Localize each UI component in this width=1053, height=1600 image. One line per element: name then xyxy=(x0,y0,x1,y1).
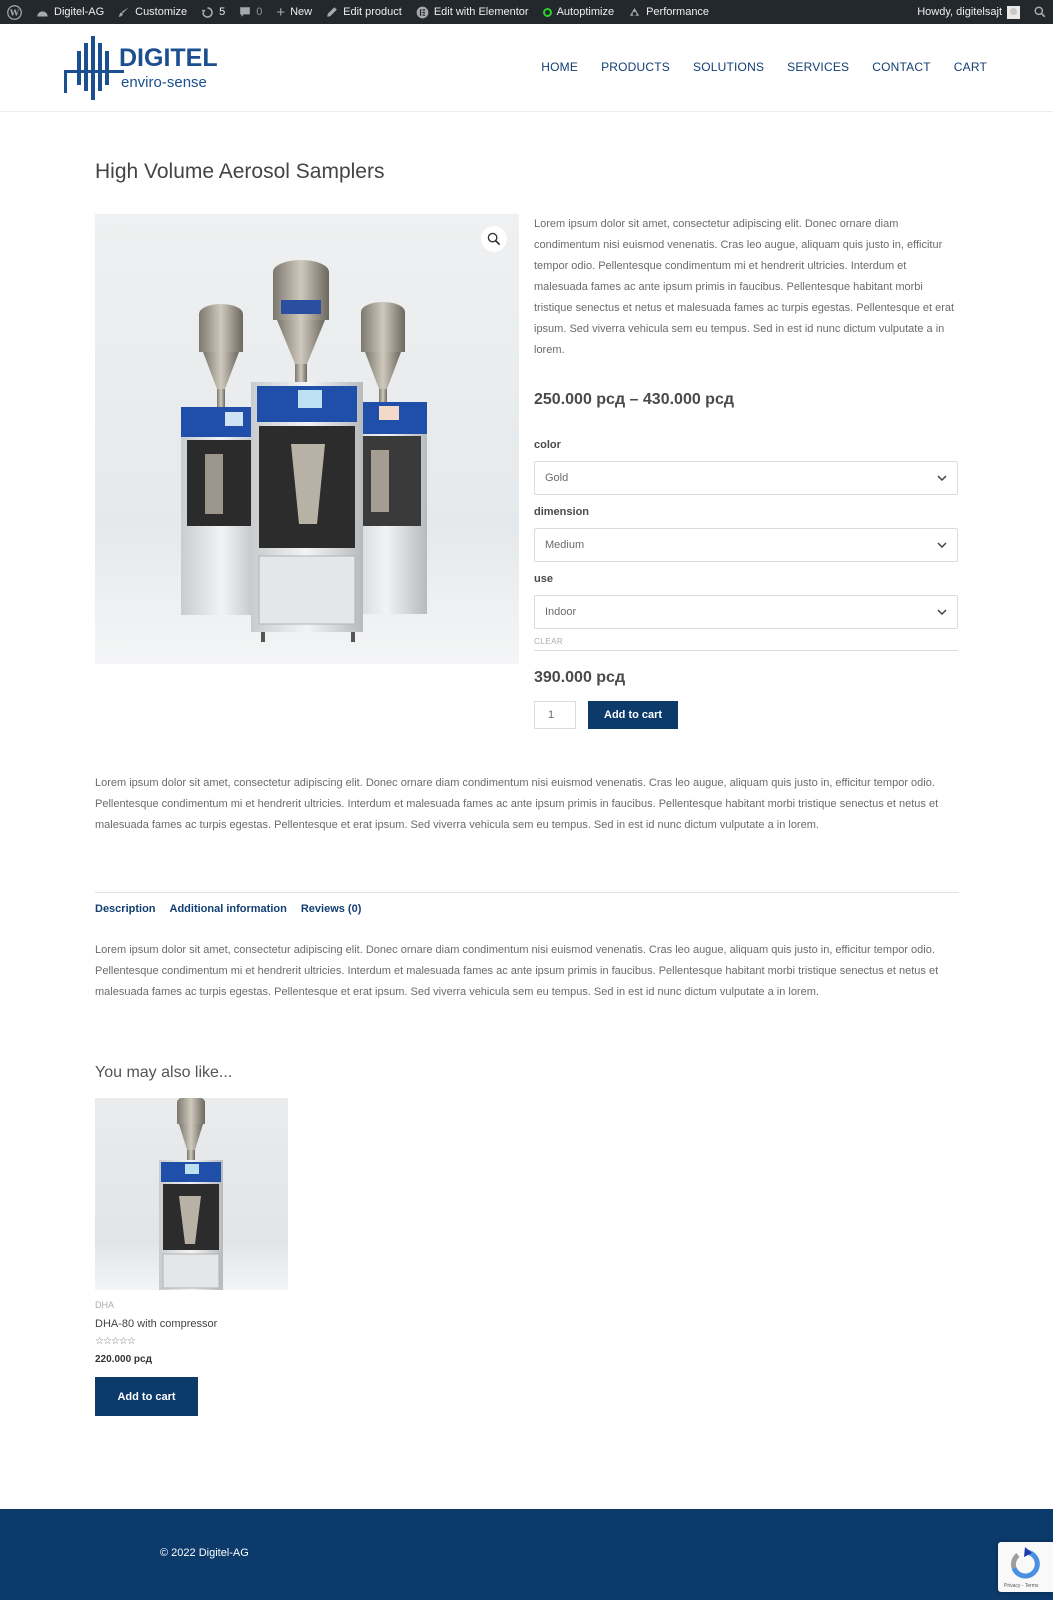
status-circle-icon xyxy=(542,7,552,17)
add-to-cart-form: 1 Add to cart xyxy=(534,701,958,729)
edit-elementor-label: Edit with Elementor xyxy=(433,6,529,18)
related-product-image[interactable] xyxy=(95,1096,288,1290)
price-range: 250.000 рсд – 430.000 рсд xyxy=(534,391,735,408)
variation-label-dimension: dimension xyxy=(534,506,590,518)
logo-tagline: enviro-sense xyxy=(121,74,207,91)
recaptcha-links[interactable]: Privacy - Terms xyxy=(1004,1583,1038,1589)
tab-additional-information[interactable]: Additional information xyxy=(170,903,287,915)
comment-icon xyxy=(240,7,251,17)
brush-icon xyxy=(118,7,129,17)
product-title: High Volume Aerosol Samplers xyxy=(95,160,385,183)
nav-contact[interactable]: CONTACT xyxy=(872,60,931,74)
chevron-down-icon xyxy=(937,542,947,548)
site-logo[interactable]: DIGITEL enviro-sense xyxy=(63,35,223,101)
main-nav: HOME PRODUCTS SOLUTIONS SERVICES CONTACT… xyxy=(541,60,987,74)
tab-panel-description: Lorem ipsum dolor sit amet, consectetur … xyxy=(95,944,939,998)
performance-icon xyxy=(630,7,640,16)
recaptcha-badge[interactable]: Privacy - Terms xyxy=(998,1542,1053,1592)
nav-home[interactable]: HOME xyxy=(541,60,578,74)
related-heading: You may also like... xyxy=(95,1064,233,1081)
product-image xyxy=(181,260,427,642)
admin-comments[interactable]: 0 xyxy=(232,0,269,24)
dashboard-icon xyxy=(37,11,48,17)
use-select[interactable]: Indoor xyxy=(534,595,958,629)
admin-updates[interactable]: 5 xyxy=(194,0,232,24)
variation-label-color: color xyxy=(534,439,561,451)
nav-products[interactable]: PRODUCTS xyxy=(601,60,670,74)
dimension-select-value: Medium xyxy=(545,539,585,551)
wordpress-logo-icon[interactable]: W xyxy=(0,0,29,24)
product-summary: Lorem ipsum dolor sit amet, consectetur … xyxy=(534,214,958,729)
chevron-down-icon xyxy=(937,475,947,481)
tab-description[interactable]: Description xyxy=(95,903,156,915)
customize-label: Customize xyxy=(135,6,188,18)
variation-price: 390.000 рсд xyxy=(534,669,626,686)
site-header: DIGITEL enviro-sense HOME PRODUCTS SOLUT… xyxy=(0,24,1053,112)
use-select-value: Indoor xyxy=(545,606,577,618)
related-product-name[interactable]: DHA-80 with compressor xyxy=(95,1318,217,1330)
admin-autoptimize[interactable]: Autoptimize xyxy=(536,0,621,24)
performance-label: Performance xyxy=(646,6,710,18)
color-select-value: Gold xyxy=(545,472,569,484)
new-label: New xyxy=(290,6,313,18)
magnifier-icon xyxy=(487,232,501,246)
pencil-icon xyxy=(327,7,337,17)
autoptimize-label: Autoptimize xyxy=(556,6,615,18)
howdy-label: Howdy, digitelsajt xyxy=(917,6,1002,18)
tab-reviews[interactable]: Reviews (0) xyxy=(301,903,362,915)
short-description: Lorem ipsum dolor sit amet, consectetur … xyxy=(534,218,955,356)
dimension-select[interactable]: Medium xyxy=(534,528,958,562)
updates-count: 5 xyxy=(219,6,226,18)
related-add-to-cart-button[interactable]: Add to cart xyxy=(95,1377,198,1416)
avatar xyxy=(1007,5,1020,19)
recaptcha-icon xyxy=(1011,1547,1040,1579)
plus-icon: + xyxy=(276,3,286,21)
site-name-label: Digitel-AG xyxy=(54,6,105,18)
add-to-cart-button[interactable]: Add to cart xyxy=(588,701,679,729)
admin-edit-product[interactable]: Edit product xyxy=(319,0,409,24)
admin-site-name[interactable]: Digitel-AG xyxy=(29,0,111,24)
star-rating: ☆☆☆☆☆ xyxy=(95,1336,136,1347)
color-select[interactable]: Gold xyxy=(534,461,958,495)
product-long-description: Lorem ipsum dolor sit amet, consectetur … xyxy=(95,777,939,831)
site-footer: © 2022 Digitel-AG xyxy=(0,1509,1053,1600)
quantity-input[interactable]: 1 xyxy=(534,701,576,729)
search-icon xyxy=(1034,6,1046,18)
admin-edit-elementor[interactable]: Edit with Elementor xyxy=(409,0,536,24)
elementor-icon xyxy=(416,6,429,18)
updates-icon xyxy=(201,6,213,18)
admin-new[interactable]: + New xyxy=(269,0,319,24)
nav-services[interactable]: SERVICES xyxy=(787,60,849,74)
related-product-category[interactable]: DHA xyxy=(95,1300,114,1310)
svg-text:W: W xyxy=(9,7,20,17)
chevron-down-icon xyxy=(937,609,947,615)
admin-performance[interactable]: Performance xyxy=(621,0,716,24)
footer-copyright: © 2022 Digitel-AG xyxy=(160,1547,249,1559)
zoom-button[interactable] xyxy=(481,226,507,252)
related-product-picture xyxy=(159,1096,223,1290)
logo-name: DIGITEL xyxy=(119,44,218,72)
admin-account[interactable]: Howdy, digitelsajt xyxy=(910,0,1027,24)
product-tabs: Description Additional information Revie… xyxy=(95,892,959,915)
variation-label-use: use xyxy=(534,573,553,585)
edit-product-label: Edit product xyxy=(343,6,402,18)
nav-solutions[interactable]: SOLUTIONS xyxy=(693,60,764,74)
admin-search[interactable] xyxy=(1027,0,1053,24)
comments-count: 0 xyxy=(256,6,263,18)
nav-cart[interactable]: CART xyxy=(954,60,987,74)
product-gallery[interactable] xyxy=(95,214,519,664)
logo-mark-icon xyxy=(64,36,124,100)
admin-customize[interactable]: Customize xyxy=(111,0,194,24)
related-product-price: 220.000 рсд xyxy=(95,1354,152,1365)
clear-variations-link[interactable]: CLEAR xyxy=(534,637,958,651)
admin-bar: W Digitel-AG Customize 5 0 + New Edit pr… xyxy=(0,0,1053,24)
